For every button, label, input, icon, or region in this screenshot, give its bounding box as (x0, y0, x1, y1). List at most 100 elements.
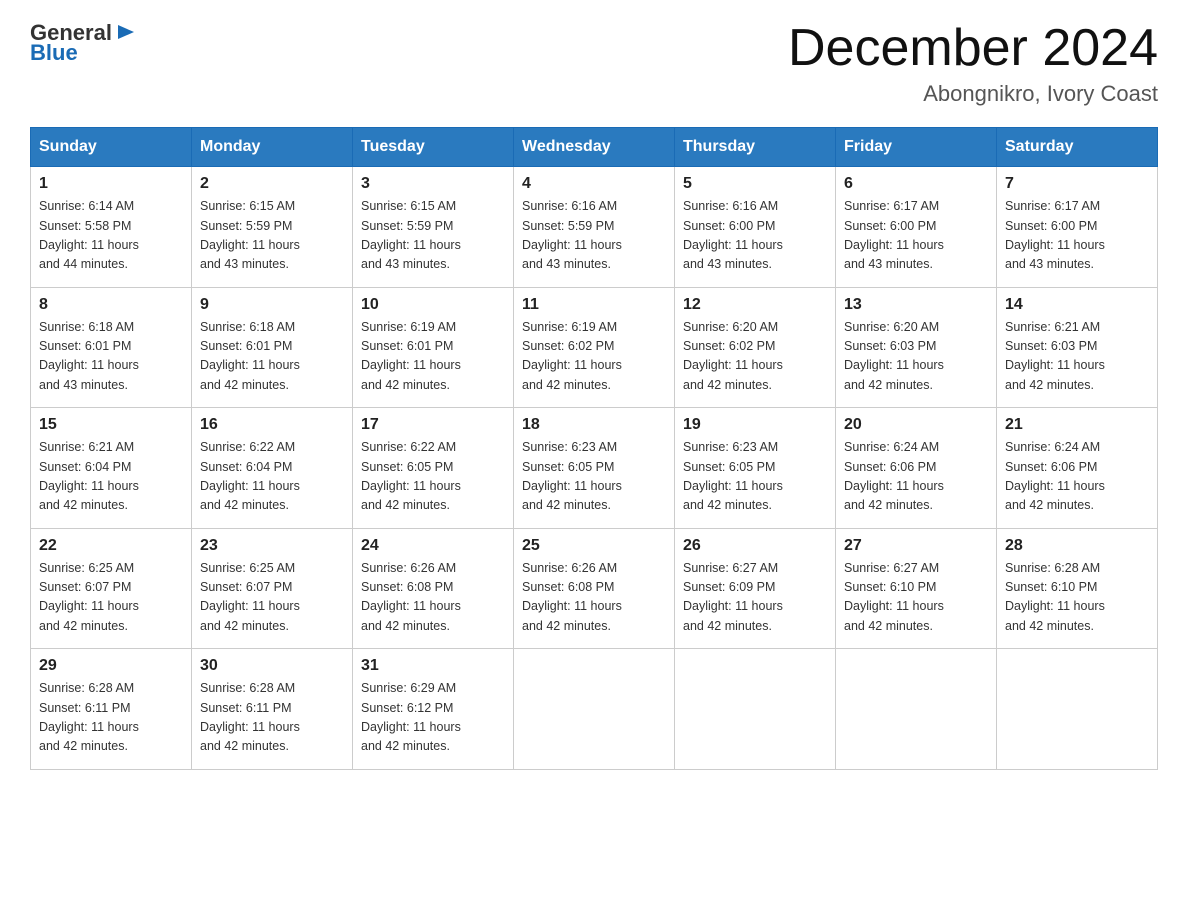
day-info: Sunrise: 6:17 AMSunset: 6:00 PMDaylight:… (1005, 197, 1149, 275)
day-number: 23 (200, 537, 344, 555)
calendar-cell: 12 Sunrise: 6:20 AMSunset: 6:02 PMDayligh… (675, 287, 836, 408)
week-row-5: 29 Sunrise: 6:28 AMSunset: 6:11 PMDayligh… (31, 649, 1158, 770)
location: Abongnikro, Ivory Coast (788, 81, 1158, 107)
calendar-cell: 13 Sunrise: 6:20 AMSunset: 6:03 PMDayligh… (836, 287, 997, 408)
calendar-cell: 20Sunrise: 6:24 AMSunset: 6:06 PMDayligh… (836, 408, 997, 529)
day-number: 17 (361, 416, 505, 434)
calendar-cell: 22Sunrise: 6:25 AMSunset: 6:07 PMDayligh… (31, 528, 192, 649)
week-row-3: 15Sunrise: 6:21 AMSunset: 6:04 PMDayligh… (31, 408, 1158, 529)
calendar-cell: 1Sunrise: 6:14 AMSunset: 5:58 PMDaylight… (31, 167, 192, 288)
day-info: Sunrise: 6:21 AMSunset: 6:03 PMDaylight:… (1005, 318, 1149, 396)
day-number: 7 (1005, 175, 1149, 193)
calendar-cell: 4Sunrise: 6:16 AMSunset: 5:59 PMDaylight… (514, 167, 675, 288)
calendar-cell: 30 Sunrise: 6:28 AMSunset: 6:11 PMDayligh… (192, 649, 353, 770)
day-number: 2 (200, 175, 344, 193)
day-info: Sunrise: 6:22 AMSunset: 6:05 PMDaylight:… (361, 438, 505, 516)
day-number: 18 (522, 416, 666, 434)
calendar-cell (514, 649, 675, 770)
calendar-cell: 25 Sunrise: 6:26 AMSunset: 6:08 PMDayligh… (514, 528, 675, 649)
calendar-cell: 10 Sunrise: 6:19 AMSunset: 6:01 PMDayligh… (353, 287, 514, 408)
calendar-cell: 28Sunrise: 6:28 AMSunset: 6:10 PMDayligh… (997, 528, 1158, 649)
calendar-cell: 29 Sunrise: 6:28 AMSunset: 6:11 PMDayligh… (31, 649, 192, 770)
page-header: General Blue December 2024 Abongnikro, I… (30, 20, 1158, 107)
day-info: Sunrise: 6:24 AMSunset: 6:06 PMDaylight:… (844, 438, 988, 516)
calendar-cell: 11 Sunrise: 6:19 AMSunset: 6:02 PMDayligh… (514, 287, 675, 408)
calendar-cell (675, 649, 836, 770)
day-number: 31 (361, 657, 505, 675)
day-number: 14 (1005, 296, 1149, 314)
calendar-cell: 21 Sunrise: 6:24 AMSunset: 6:06 PMDayligh… (997, 408, 1158, 529)
weekday-header-thursday: Thursday (675, 128, 836, 167)
weekday-header-friday: Friday (836, 128, 997, 167)
day-number: 8 (39, 296, 183, 314)
day-info: Sunrise: 6:24 AMSunset: 6:06 PMDaylight:… (1005, 438, 1149, 516)
day-info: Sunrise: 6:26 AMSunset: 6:08 PMDaylight:… (361, 559, 505, 637)
day-number: 30 (200, 657, 344, 675)
day-info: Sunrise: 6:19 AMSunset: 6:01 PMDaylight:… (361, 318, 505, 396)
logo: General Blue (30, 20, 136, 66)
calendar-cell: 5 Sunrise: 6:16 AMSunset: 6:00 PMDaylight… (675, 167, 836, 288)
week-row-4: 22 Sunrise: 6:25 AMSunset: 6:07 PMDayligh… (31, 528, 1158, 649)
calendar-cell: 7 Sunrise: 6:17 AMSunset: 6:00 PMDaylight… (997, 167, 1158, 288)
day-info: Sunrise: 6:23 AMSunset: 6:05 PMDaylight:… (522, 438, 666, 516)
calendar-cell: 2 Sunrise: 6:15 AMSunset: 5:59 PMDaylight… (192, 167, 353, 288)
day-info: Sunrise: 6:26 AMSunset: 6:08 PMDaylight:… (522, 559, 666, 637)
day-number: 6 (844, 175, 988, 193)
calendar-cell: 15Sunrise: 6:21 AMSunset: 6:04 PMDayligh… (31, 408, 192, 529)
calendar-cell: 19 Sunrise: 6:23 AMSunset: 6:05 PMDayligh… (675, 408, 836, 529)
day-number: 3 (361, 175, 505, 193)
day-info: Sunrise: 6:18 AMSunset: 6:01 PMDaylight:… (200, 318, 344, 396)
day-number: 13 (844, 296, 988, 314)
day-number: 15 (39, 416, 183, 434)
day-info: Sunrise: 6:28 AMSunset: 6:10 PMDaylight:… (1005, 559, 1149, 637)
weekday-header-sunday: Sunday (31, 128, 192, 167)
week-row-1: 1Sunrise: 6:14 AMSunset: 5:58 PMDaylight… (31, 167, 1158, 288)
day-number: 27 (844, 537, 988, 555)
day-number: 9 (200, 296, 344, 314)
calendar-cell: 31Sunrise: 6:29 AMSunset: 6:12 PMDayligh… (353, 649, 514, 770)
day-number: 11 (522, 296, 666, 314)
day-number: 22 (39, 537, 183, 555)
day-number: 26 (683, 537, 827, 555)
day-info: Sunrise: 6:16 AMSunset: 5:59 PMDaylight:… (522, 197, 666, 275)
day-number: 29 (39, 657, 183, 675)
logo-triangle-icon (114, 21, 136, 43)
calendar-cell (997, 649, 1158, 770)
day-info: Sunrise: 6:23 AMSunset: 6:05 PMDaylight:… (683, 438, 827, 516)
week-row-2: 8 Sunrise: 6:18 AMSunset: 6:01 PMDaylight… (31, 287, 1158, 408)
day-number: 12 (683, 296, 827, 314)
calendar-cell: 9 Sunrise: 6:18 AMSunset: 6:01 PMDaylight… (192, 287, 353, 408)
day-number: 16 (200, 416, 344, 434)
calendar-cell: 6 Sunrise: 6:17 AMSunset: 6:00 PMDaylight… (836, 167, 997, 288)
weekday-header-monday: Monday (192, 128, 353, 167)
calendar-cell: 18 Sunrise: 6:23 AMSunset: 6:05 PMDayligh… (514, 408, 675, 529)
day-number: 25 (522, 537, 666, 555)
day-info: Sunrise: 6:20 AMSunset: 6:02 PMDaylight:… (683, 318, 827, 396)
day-info: Sunrise: 6:14 AMSunset: 5:58 PMDaylight:… (39, 197, 183, 275)
day-info: Sunrise: 6:20 AMSunset: 6:03 PMDaylight:… (844, 318, 988, 396)
day-info: Sunrise: 6:15 AMSunset: 5:59 PMDaylight:… (200, 197, 344, 275)
day-number: 10 (361, 296, 505, 314)
day-info: Sunrise: 6:17 AMSunset: 6:00 PMDaylight:… (844, 197, 988, 275)
day-info: Sunrise: 6:28 AMSunset: 6:11 PMDaylight:… (200, 679, 344, 757)
weekday-header-row: SundayMondayTuesdayWednesdayThursdayFrid… (31, 128, 1158, 167)
day-info: Sunrise: 6:27 AMSunset: 6:10 PMDaylight:… (844, 559, 988, 637)
day-info: Sunrise: 6:27 AMSunset: 6:09 PMDaylight:… (683, 559, 827, 637)
calendar-cell: 23 Sunrise: 6:25 AMSunset: 6:07 PMDayligh… (192, 528, 353, 649)
calendar-cell: 8 Sunrise: 6:18 AMSunset: 6:01 PMDaylight… (31, 287, 192, 408)
title-block: December 2024 Abongnikro, Ivory Coast (788, 20, 1158, 107)
calendar-cell: 16Sunrise: 6:22 AMSunset: 6:04 PMDayligh… (192, 408, 353, 529)
calendar-cell: 17 Sunrise: 6:22 AMSunset: 6:05 PMDayligh… (353, 408, 514, 529)
day-info: Sunrise: 6:18 AMSunset: 6:01 PMDaylight:… (39, 318, 183, 396)
day-info: Sunrise: 6:25 AMSunset: 6:07 PMDaylight:… (200, 559, 344, 637)
day-info: Sunrise: 6:16 AMSunset: 6:00 PMDaylight:… (683, 197, 827, 275)
day-number: 5 (683, 175, 827, 193)
calendar-cell: 27 Sunrise: 6:27 AMSunset: 6:10 PMDayligh… (836, 528, 997, 649)
day-number: 21 (1005, 416, 1149, 434)
logo-blue: Blue (30, 40, 78, 66)
day-info: Sunrise: 6:28 AMSunset: 6:11 PMDaylight:… (39, 679, 183, 757)
day-number: 24 (361, 537, 505, 555)
day-info: Sunrise: 6:19 AMSunset: 6:02 PMDaylight:… (522, 318, 666, 396)
day-number: 19 (683, 416, 827, 434)
calendar-cell: 3Sunrise: 6:15 AMSunset: 5:59 PMDaylight… (353, 167, 514, 288)
